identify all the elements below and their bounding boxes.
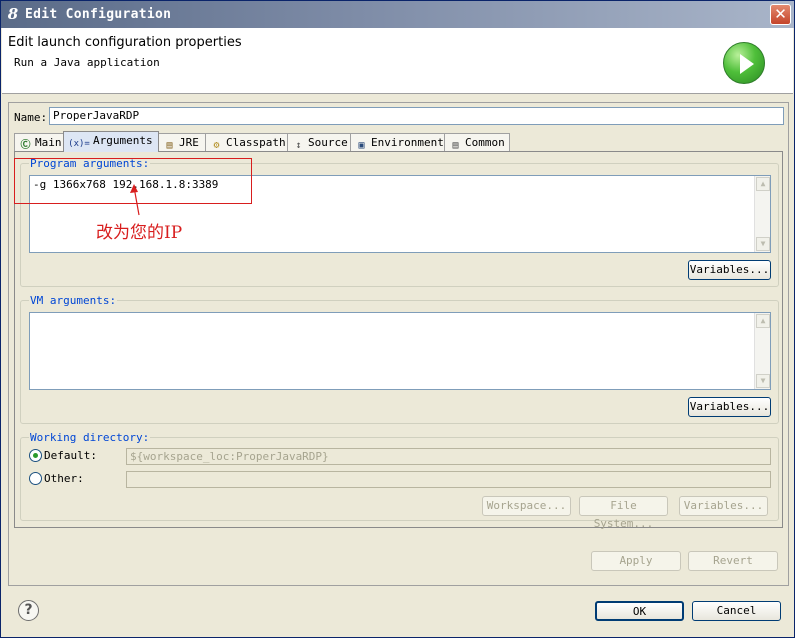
edit-configuration-window: 8 Edit Configuration ✕ Edit launch confi… — [0, 0, 795, 638]
scroll-up-icon[interactable]: ▲ — [756, 314, 770, 328]
header-subtitle: Run a Java application — [14, 56, 160, 69]
dialog-header: Edit launch configuration properties Run… — [2, 28, 793, 94]
program-arguments-variables-button[interactable]: Variables... — [688, 260, 771, 280]
program-arguments-scrollbar[interactable]: ▲ ▼ — [754, 176, 770, 252]
vm-arguments-scrollbar[interactable]: ▲ ▼ — [754, 313, 770, 389]
vm-arguments-label: VM arguments: — [29, 294, 118, 307]
ok-button[interactable]: OK — [595, 601, 684, 621]
scroll-up-icon[interactable]: ▲ — [756, 177, 770, 191]
file-system-button[interactable]: File System... — [579, 496, 668, 530]
annotation-text: 改为您的IP — [96, 223, 183, 243]
app-icon: 8 — [7, 5, 19, 23]
arguments-tab-icon: (x)= — [68, 139, 90, 149]
tab-main[interactable]: Ⓒ Main — [14, 133, 64, 152]
tab-label: Environment — [371, 136, 444, 149]
vm-arguments-input[interactable]: ▲ ▼ — [29, 312, 771, 390]
vm-arguments-variables-button[interactable]: Variables... — [688, 397, 771, 417]
working-directory-group: Working directory: Default: ${workspace_… — [20, 431, 779, 530]
run-icon — [723, 42, 765, 84]
default-radio[interactable] — [29, 449, 42, 462]
help-icon[interactable]: ? — [18, 600, 39, 621]
working-directory-label: Working directory: — [29, 431, 151, 444]
apply-button[interactable]: Apply — [591, 551, 681, 571]
default-directory-field: ${workspace_loc:ProperJavaRDP} — [126, 448, 771, 465]
vm-arguments-group: VM arguments: ▲ ▼ Variables... — [20, 294, 779, 424]
title-bar[interactable]: 8 Edit Configuration ✕ — [1, 1, 794, 28]
working-directory-variables-button[interactable]: Variables... — [679, 496, 768, 516]
tab-label: Classpath — [226, 136, 286, 149]
close-button[interactable]: ✕ — [770, 4, 791, 25]
other-label: Other: — [44, 472, 84, 485]
other-radio[interactable] — [29, 472, 42, 485]
tab-label: Common — [465, 136, 505, 149]
tab-environment[interactable]: ▣ Environment — [350, 133, 445, 152]
tab-source[interactable]: ↕ Source — [287, 133, 351, 152]
revert-button[interactable]: Revert — [688, 551, 778, 571]
tab-common[interactable]: ▤ Common — [444, 133, 510, 152]
cancel-button[interactable]: Cancel — [692, 601, 781, 621]
tab-label: Source — [308, 136, 348, 149]
tab-jre[interactable]: ▤ JRE — [158, 133, 206, 152]
tab-label: JRE — [179, 136, 199, 149]
name-input[interactable]: ProperJavaRDP — [49, 107, 784, 125]
tab-arguments[interactable]: (x)= Arguments — [63, 131, 159, 152]
window-title: Edit Configuration — [25, 7, 172, 22]
tab-label: Arguments — [93, 134, 153, 147]
scroll-down-icon[interactable]: ▼ — [756, 237, 770, 251]
tab-label: Main — [35, 136, 62, 149]
tab-classpath[interactable]: ⚙ Classpath — [205, 133, 288, 152]
name-label: Name: — [14, 111, 48, 124]
default-label: Default: — [44, 449, 97, 462]
other-directory-field[interactable] — [126, 471, 771, 488]
annotation-arrow-icon — [130, 184, 140, 216]
scroll-down-icon[interactable]: ▼ — [756, 374, 770, 388]
workspace-button[interactable]: Workspace... — [482, 496, 571, 516]
header-title: Edit launch configuration properties — [8, 35, 242, 50]
